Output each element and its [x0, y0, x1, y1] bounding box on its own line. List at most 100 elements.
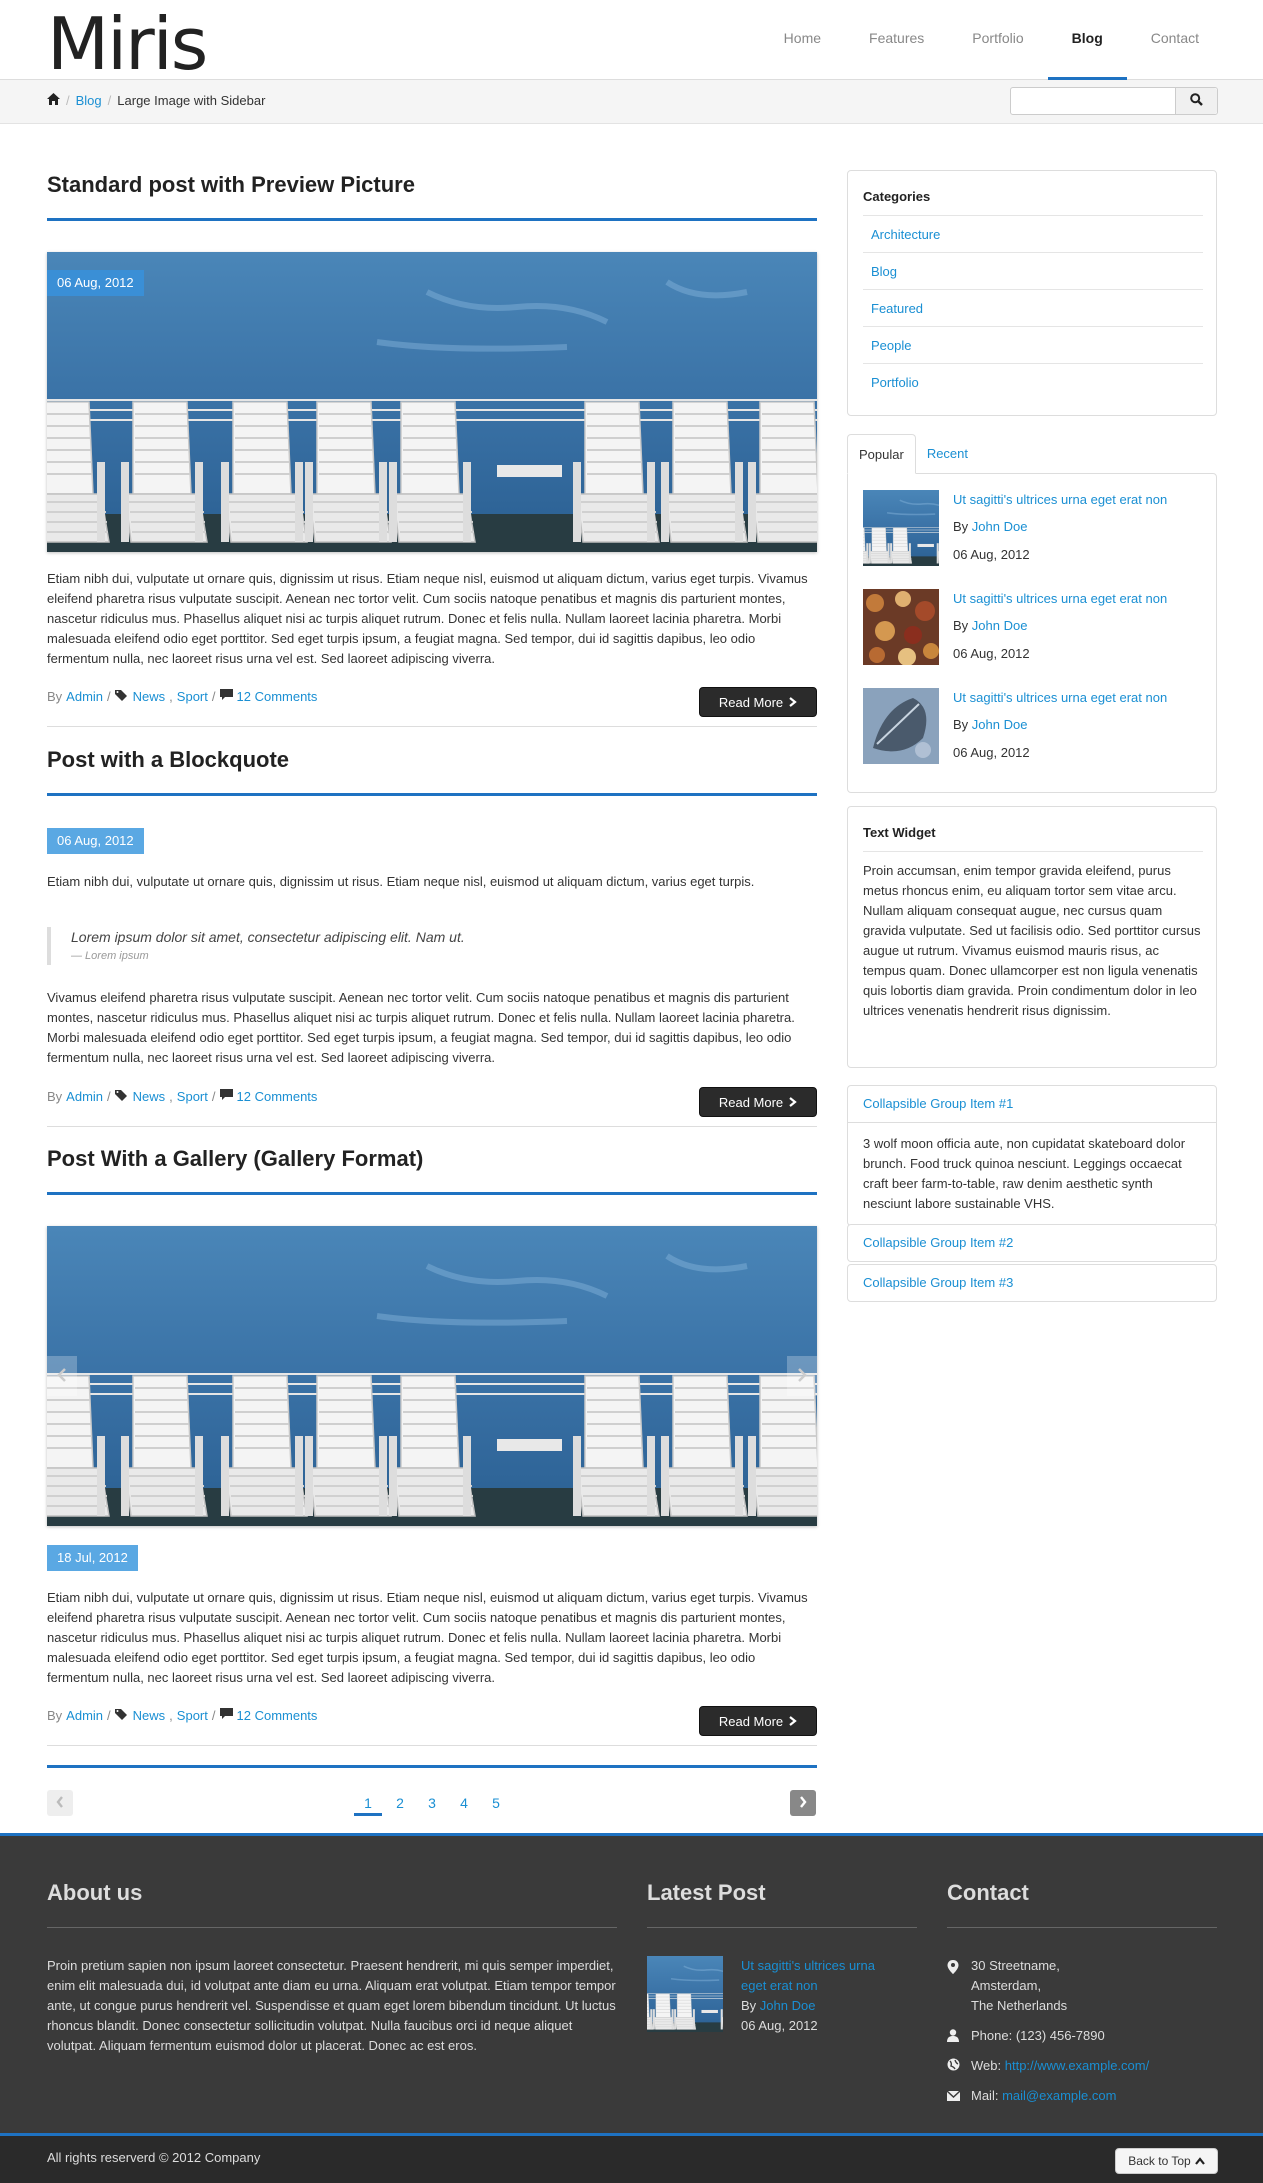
category-architecture[interactable]: Architecture	[863, 216, 1203, 253]
meta-tag-sport[interactable]: Sport	[177, 1089, 208, 1104]
site-logo[interactable]: Miris	[47, 4, 208, 84]
popular-author[interactable]: John Doe	[972, 519, 1028, 534]
quote-text: Lorem ipsum dolor sit amet, consectetur …	[71, 929, 465, 945]
breadcrumb-separator: /	[66, 93, 70, 108]
back-to-top-button[interactable]: Back to Top	[1115, 2148, 1218, 2174]
meta-separator: /	[211, 1708, 216, 1723]
post-meta: By Admin / News, Sport / 12 Comments	[47, 689, 317, 704]
post-title[interactable]: Post With a Gallery (Gallery Format)	[47, 1144, 817, 1180]
comment-icon	[219, 689, 233, 704]
latest-post-title[interactable]: Ut sagitti's ultrices urna eget erat non	[741, 1956, 901, 1996]
meta-by: By	[47, 689, 63, 704]
text-widget: Text Widget Proin accumsan, enim tempor …	[847, 806, 1217, 1068]
popular-thumbnail[interactable]	[863, 490, 939, 566]
popular-thumbnail[interactable]	[863, 589, 939, 665]
breadcrumb-blog[interactable]: Blog	[76, 80, 102, 122]
search-button[interactable]	[1175, 88, 1217, 114]
mail-link[interactable]: mail@example.com	[1002, 2088, 1116, 2103]
page-4[interactable]: 4	[450, 1792, 478, 1816]
meta-by: By	[47, 1708, 63, 1723]
meta-comments[interactable]: 12 Comments	[237, 1089, 318, 1104]
nav-blog[interactable]: Blog	[1047, 0, 1127, 80]
tab-recent[interactable]: Recent	[916, 434, 979, 474]
user-icon	[947, 2029, 959, 2045]
popular-title[interactable]: Ut sagitti's ultrices urna eget erat non	[953, 490, 1167, 510]
post-excerpt: Etiam nibh dui, vulputate ut ornare quis…	[47, 874, 755, 889]
tab-popular[interactable]: Popular	[847, 434, 916, 474]
meta-comma: ,	[169, 1089, 173, 1104]
phone-label: Phone:	[971, 2028, 1013, 2043]
latest-post-thumbnail[interactable]	[647, 1956, 723, 2032]
meta-tag-news[interactable]: News	[133, 689, 166, 704]
title-rule	[47, 218, 817, 221]
pagination-next-button[interactable]	[790, 1790, 816, 1816]
breadcrumb-current: Large Image with Sidebar	[117, 93, 266, 108]
meta-tag-news[interactable]: News	[133, 1089, 166, 1104]
post-image[interactable]	[47, 252, 817, 552]
widget-rule	[863, 851, 1203, 852]
nav-features[interactable]: Features	[845, 0, 948, 80]
meta-author[interactable]: Admin	[66, 1089, 103, 1104]
read-more-label: Read More	[718, 694, 784, 710]
category-featured[interactable]: Featured	[863, 290, 1203, 327]
meta-comments[interactable]: 12 Comments	[237, 689, 318, 704]
read-more-button[interactable]: Read More	[699, 687, 817, 717]
popular-author[interactable]: John Doe	[972, 618, 1028, 633]
category-blog[interactable]: Blog	[863, 253, 1203, 290]
title-rule	[47, 793, 817, 796]
map-marker-icon	[947, 1960, 959, 1977]
address-line-2: Amsterdam,	[971, 1978, 1042, 1993]
meta-author[interactable]: Admin	[66, 689, 103, 704]
page-2[interactable]: 2	[386, 1792, 414, 1816]
popular-title[interactable]: Ut sagitti's ultrices urna eget erat non	[953, 688, 1167, 708]
meta-by: By	[47, 1089, 63, 1104]
gallery-prev-button[interactable]	[47, 1356, 77, 1396]
globe-icon	[947, 2058, 960, 2074]
meta-tag-sport[interactable]: Sport	[177, 689, 208, 704]
web-link[interactable]: http://www.example.com/	[1005, 2058, 1150, 2073]
home-icon[interactable]	[47, 80, 60, 122]
pagination-rule	[47, 1765, 817, 1768]
page-3[interactable]: 3	[418, 1792, 446, 1816]
chevron-left-icon	[57, 1367, 67, 1385]
footer-rule	[47, 1927, 617, 1928]
nav-contact[interactable]: Contact	[1127, 0, 1223, 80]
chevron-left-icon	[56, 1795, 64, 1811]
category-people[interactable]: People	[863, 327, 1203, 364]
copyright: All rights reserverd © 2012 Company	[47, 2150, 261, 2165]
meta-author[interactable]: Admin	[66, 1708, 103, 1723]
collapsible-heading[interactable]: Collapsible Group Item #3	[848, 1265, 1216, 1301]
collapsible-heading[interactable]: Collapsible Group Item #1	[848, 1086, 1216, 1122]
sidebar-tabs: Popular Recent	[847, 434, 979, 474]
search-input[interactable]	[1011, 88, 1175, 114]
meta-tag-sport[interactable]: Sport	[177, 1708, 208, 1723]
category-portfolio[interactable]: Portfolio	[863, 364, 1203, 401]
contact-web: Web: http://www.example.com/	[971, 2056, 1149, 2076]
meta-separator: /	[211, 1089, 216, 1104]
page-1[interactable]: 1	[354, 1792, 382, 1816]
read-more-button[interactable]: Read More	[699, 1706, 817, 1736]
post-excerpt: Etiam nibh dui, vulputate ut ornare quis…	[47, 1590, 808, 1685]
page-5[interactable]: 5	[482, 1792, 510, 1816]
popular-title[interactable]: Ut sagitti's ultrices urna eget erat non	[953, 589, 1167, 609]
bottom-bar: All rights reserverd © 2012 Company Back…	[0, 2133, 1263, 2183]
meta-comments[interactable]: 12 Comments	[237, 1708, 318, 1723]
post-title[interactable]: Standard post with Preview Picture	[47, 170, 817, 206]
popular-author[interactable]: John Doe	[972, 717, 1028, 732]
read-more-button[interactable]: Read More	[699, 1087, 817, 1117]
collapsible-heading[interactable]: Collapsible Group Item #2	[848, 1225, 1216, 1261]
meta-separator: /	[107, 689, 111, 704]
nav-portfolio[interactable]: Portfolio	[948, 0, 1047, 80]
latest-post-author[interactable]: John Doe	[760, 1998, 816, 2013]
post-date: 06 Aug, 2012	[47, 270, 144, 296]
pagination-prev-button[interactable]	[47, 1790, 73, 1816]
title-rule	[47, 1192, 817, 1195]
gallery-next-button[interactable]	[787, 1356, 817, 1396]
gallery-slider[interactable]	[47, 1226, 817, 1526]
meta-tag-news[interactable]: News	[133, 1708, 166, 1723]
popular-thumbnail[interactable]	[863, 688, 939, 764]
meta-comma: ,	[169, 689, 173, 704]
nav-home[interactable]: Home	[760, 0, 845, 80]
post-title[interactable]: Post with a Blockquote	[47, 745, 817, 781]
address-line-1: 30 Streetname,	[971, 1958, 1060, 1973]
